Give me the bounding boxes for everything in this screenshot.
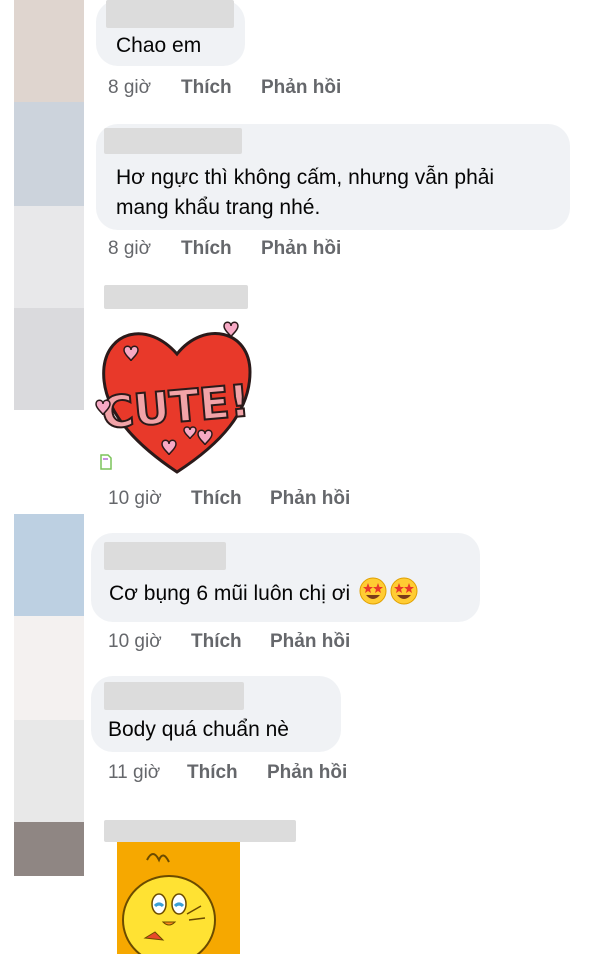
avatar[interactable] xyxy=(14,206,84,308)
avatar[interactable] xyxy=(14,822,84,876)
reply-button[interactable]: Phản hồi xyxy=(267,761,347,785)
commenter-name[interactable] xyxy=(104,682,244,710)
reply-button[interactable]: Phản hồi xyxy=(261,76,341,100)
comment-bubble[interactable]: Hơ ngực thì không cấm, nhưng vẫn phải ma… xyxy=(96,124,570,230)
like-button[interactable]: Thích xyxy=(187,761,238,785)
like-button[interactable]: Thích xyxy=(181,237,232,261)
bird-body xyxy=(122,875,216,954)
reply-button[interactable]: Phản hồi xyxy=(261,237,341,261)
comment-time: 8 giờ xyxy=(108,77,152,98)
commenter-name[interactable] xyxy=(104,820,296,842)
commenter-name[interactable] xyxy=(104,542,226,570)
star-struck-emoji xyxy=(390,577,418,605)
avatar[interactable] xyxy=(14,0,84,102)
comment-text: mang khẩu trang nhé. xyxy=(116,196,321,219)
reply-button[interactable]: Phản hồi xyxy=(270,630,350,654)
comment-text: Cơ bụng 6 mũi luôn chị ơi xyxy=(109,577,418,609)
comment-time: 10 giờ xyxy=(108,631,162,652)
comment-time: 11 giờ xyxy=(108,762,161,783)
like-button[interactable]: Thích xyxy=(191,487,242,511)
comment-bubble[interactable]: Cơ bụng 6 mũi luôn chị ơi xyxy=(91,533,480,622)
star-struck-emoji xyxy=(359,577,387,605)
reply-button[interactable]: Phản hồi xyxy=(270,487,350,511)
comment-text: Body quá chuẩn nè xyxy=(108,718,289,741)
sticker-source-icon xyxy=(100,454,112,470)
commenter-name[interactable] xyxy=(106,0,234,28)
like-button[interactable]: Thích xyxy=(191,630,242,654)
comment-bubble[interactable]: Chao em xyxy=(96,0,245,66)
comment-text: Chao em xyxy=(116,34,202,57)
comment-text-content: Cơ bụng 6 mũi luôn chị ơi xyxy=(109,582,351,605)
heart-cute-sticker[interactable]: CUTE! xyxy=(92,312,262,478)
avatar[interactable] xyxy=(14,308,84,410)
like-button[interactable]: Thích xyxy=(181,76,232,100)
commenter-name[interactable] xyxy=(104,285,248,309)
tweety-bird-sticker[interactable] xyxy=(117,842,240,954)
avatar[interactable] xyxy=(14,616,84,720)
comment-time: 8 giờ xyxy=(108,238,152,259)
comment-text: Hơ ngực thì không cấm, nhưng vẫn phải xyxy=(116,166,495,189)
avatar[interactable] xyxy=(14,720,84,822)
comment-time: 10 giờ xyxy=(108,488,162,509)
commenter-name[interactable] xyxy=(104,128,242,154)
avatar[interactable] xyxy=(14,514,84,616)
avatar[interactable] xyxy=(14,102,84,206)
comment-bubble[interactable]: Body quá chuẩn nè xyxy=(91,676,341,752)
